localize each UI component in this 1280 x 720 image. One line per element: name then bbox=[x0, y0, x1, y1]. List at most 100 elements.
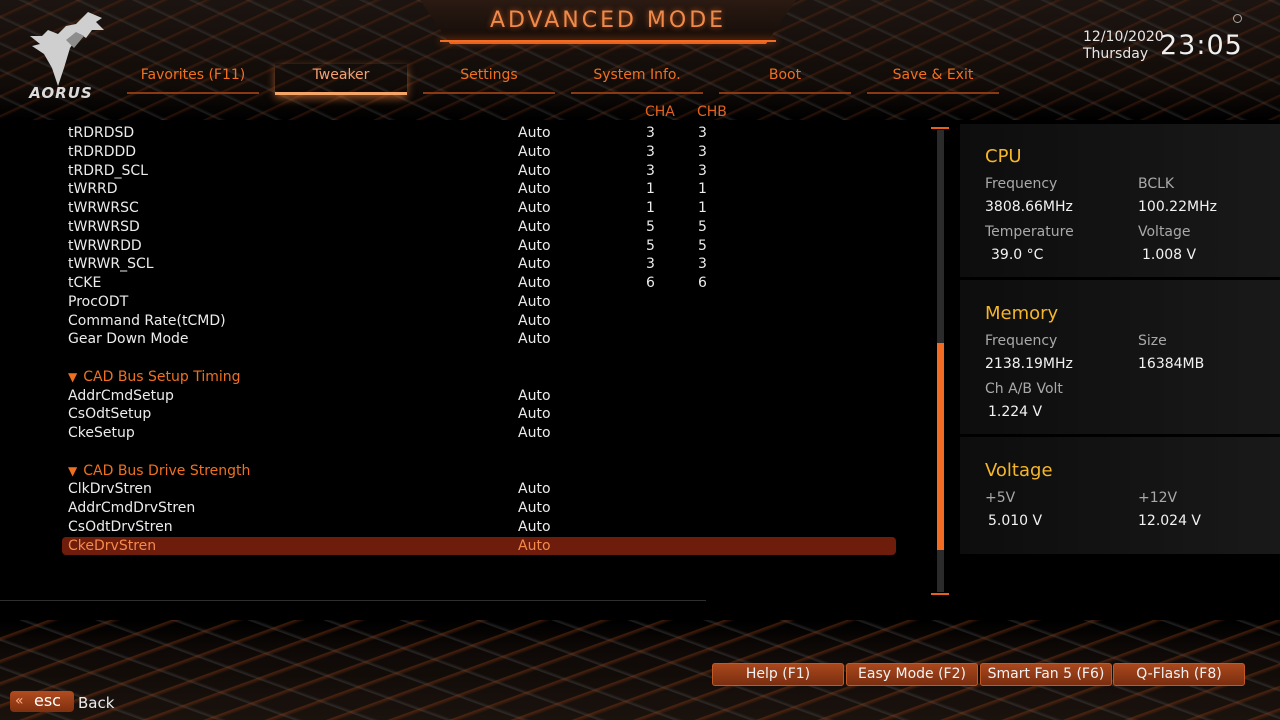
setting-value[interactable]: Auto bbox=[518, 162, 551, 181]
setting-value[interactable]: Auto bbox=[518, 274, 551, 293]
setting-row[interactable]: CkeSetup Auto bbox=[62, 424, 896, 443]
setting-name: tWRWRDD bbox=[68, 237, 142, 254]
setting-value[interactable]: Auto bbox=[518, 218, 551, 237]
section-header[interactable]: ▼ CAD Bus Drive Strength bbox=[62, 462, 896, 481]
memory-frequency-label: Frequency bbox=[985, 333, 1058, 349]
voltage-12v-label: +12V bbox=[1138, 490, 1178, 506]
tab-save-exit[interactable]: Save & Exit bbox=[867, 64, 999, 94]
easy-mode-button[interactable]: Easy Mode (F2) bbox=[846, 663, 978, 686]
tab-tweaker[interactable]: Tweaker bbox=[275, 64, 407, 95]
voltage-12v-value: 12.024 V bbox=[1138, 513, 1202, 529]
title-glow bbox=[440, 40, 776, 42]
setting-row[interactable]: tWRWRSD Auto 5 5 bbox=[62, 218, 896, 237]
q-flash-button[interactable]: Q-Flash (F8) bbox=[1113, 663, 1245, 686]
voltage-5v-label: +5V bbox=[985, 490, 1016, 506]
memory-frequency-value: 2138.19MHz bbox=[985, 356, 1073, 372]
setting-value[interactable]: Auto bbox=[518, 424, 551, 443]
esc-label: esc bbox=[34, 691, 61, 710]
setting-value[interactable]: Auto bbox=[518, 180, 551, 199]
section-title-text: CAD Bus Setup Timing bbox=[83, 368, 241, 385]
setting-row[interactable]: tRDRD_SCL Auto 3 3 bbox=[62, 162, 896, 181]
setting-row[interactable]: CsOdtSetup Auto bbox=[62, 405, 896, 424]
setting-row[interactable]: CsOdtDrvStren Auto bbox=[62, 518, 896, 537]
setting-name: tWRRD bbox=[68, 181, 118, 198]
channel-a-value: 6 bbox=[646, 275, 655, 291]
tab-boot[interactable]: Boot bbox=[719, 64, 851, 94]
setting-value[interactable]: Auto bbox=[518, 199, 551, 218]
setting-row[interactable]: tWRWR_SCL Auto 3 3 bbox=[62, 255, 896, 274]
setting-value[interactable]: Auto bbox=[518, 480, 551, 499]
setting-value[interactable]: Auto bbox=[518, 293, 551, 312]
tab-settings[interactable]: Settings bbox=[423, 64, 555, 94]
setting-row[interactable]: Command Rate(tCMD) Auto bbox=[62, 312, 896, 331]
setting-value[interactable]: Auto bbox=[518, 124, 551, 143]
setting-row[interactable]: tCKE Auto 6 6 bbox=[62, 274, 896, 293]
setting-value[interactable]: Auto bbox=[518, 499, 551, 518]
scrollbar-bottom-cap bbox=[931, 593, 949, 595]
page-title: ADVANCED MODE bbox=[489, 8, 727, 33]
setting-row[interactable]: AddrCmdSetup Auto bbox=[62, 387, 896, 406]
setting-value[interactable]: Auto bbox=[518, 255, 551, 274]
cpu-temperature-value: 39.0 °C bbox=[991, 247, 1044, 263]
setting-row[interactable]: tWRWRSC Auto 1 1 bbox=[62, 199, 896, 218]
setting-row[interactable]: ProcODT Auto bbox=[62, 293, 896, 312]
esc-button[interactable]: « esc bbox=[10, 691, 74, 712]
expand-triangle-icon[interactable]: ▼ bbox=[68, 368, 77, 387]
settings-list: tRDRDSD Auto 3 3 tRDRDDD Auto 3 3 tRDRD_SCL Auto 3… bbox=[62, 124, 896, 556]
tab-favorites[interactable]: Favorites (F11) bbox=[127, 64, 259, 94]
cpu-section-title: CPU bbox=[985, 146, 1022, 167]
section-header[interactable]: ▼ CAD Bus Setup Timing bbox=[62, 368, 896, 387]
scrollbar-thumb[interactable] bbox=[937, 342, 944, 551]
cpu-frequency-value: 3808.66MHz bbox=[985, 199, 1073, 215]
setting-row[interactable]: Gear Down Mode Auto bbox=[62, 330, 896, 349]
channel-a-value: 5 bbox=[646, 237, 655, 254]
setting-value[interactable]: Auto bbox=[518, 143, 551, 162]
setting-row[interactable]: CkeDrvStren Auto bbox=[62, 536, 896, 556]
setting-value[interactable]: Auto bbox=[518, 330, 551, 349]
setting-name: CsOdtSetup bbox=[68, 406, 152, 423]
panel-separator bbox=[960, 277, 1280, 280]
setting-name: tRDRDSD bbox=[68, 125, 135, 141]
setting-row[interactable]: tRDRDSD Auto 3 3 bbox=[62, 124, 896, 143]
setting-row[interactable]: tWRRD Auto 1 1 bbox=[62, 180, 896, 199]
expand-triangle-icon[interactable]: ▼ bbox=[68, 462, 77, 481]
channel-b-value: 6 bbox=[698, 275, 707, 291]
setting-value[interactable]: Auto bbox=[518, 405, 551, 424]
logo-text: AORUS bbox=[29, 84, 93, 102]
channel-a-value: 3 bbox=[646, 143, 655, 160]
memory-volt-label: Ch A/B Volt bbox=[985, 381, 1063, 397]
setting-name: CkeDrvStren bbox=[68, 537, 157, 554]
weekday-text: Thursday bbox=[1083, 46, 1149, 62]
setting-name: tRDRD_SCL bbox=[68, 162, 148, 179]
setting-value[interactable]: Auto bbox=[518, 312, 551, 331]
cpu-frequency-label: Frequency bbox=[985, 176, 1058, 192]
setting-name: AddrCmdSetup bbox=[68, 387, 174, 404]
setting-value[interactable]: Auto bbox=[518, 518, 551, 537]
setting-row[interactable]: ClkDrvStren Auto bbox=[62, 480, 896, 499]
memory-volt-value: 1.224 V bbox=[988, 404, 1043, 420]
setting-row[interactable]: tWRWRDD Auto 5 5 bbox=[62, 237, 896, 256]
channel-b-value: 1 bbox=[698, 181, 707, 198]
system-info-panel: CPU Frequency 3808.66MHz BCLK 100.22MHz … bbox=[960, 124, 1280, 554]
double-chevron-left-icon: « bbox=[15, 693, 24, 709]
setting-value[interactable]: Auto bbox=[518, 537, 551, 556]
smart-fan-button[interactable]: Smart Fan 5 (F6) bbox=[980, 663, 1112, 686]
memory-size-label: Size bbox=[1138, 333, 1167, 349]
column-header-chb: CHB bbox=[697, 104, 727, 120]
setting-row[interactable]: tRDRDDD Auto 3 3 bbox=[62, 143, 896, 162]
setting-value[interactable]: Auto bbox=[518, 237, 551, 256]
channel-a-value: 3 bbox=[646, 256, 655, 273]
scrollbar-top-cap bbox=[931, 127, 949, 129]
setting-name: Command Rate(tCMD) bbox=[68, 312, 226, 329]
channel-b-value: 3 bbox=[698, 256, 707, 273]
tab-system-info[interactable]: System Info. bbox=[571, 64, 703, 94]
setting-name: ProcODT bbox=[68, 293, 129, 310]
setting-value[interactable]: Auto bbox=[518, 387, 551, 406]
setting-name: ClkDrvStren bbox=[68, 481, 152, 498]
setting-name: tWRWR_SCL bbox=[68, 256, 154, 273]
help-button[interactable]: Help (F1) bbox=[712, 663, 844, 686]
voltage-section-title: Voltage bbox=[985, 460, 1053, 481]
memory-size-value: 16384MB bbox=[1138, 356, 1205, 372]
setting-row[interactable]: AddrCmdDrvStren Auto bbox=[62, 499, 896, 518]
